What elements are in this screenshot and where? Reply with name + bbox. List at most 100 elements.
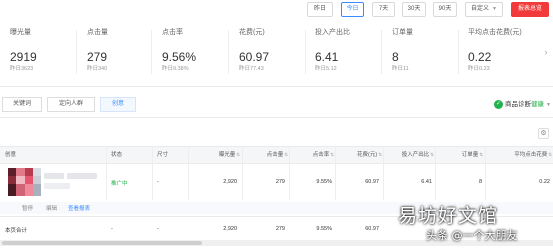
metric-value: 2919	[10, 50, 37, 64]
date-custom-select[interactable]: 自定义 ▼	[465, 2, 503, 17]
metric-previous: 昨日3623	[10, 66, 34, 72]
tab-bar: 关键词 定向人群 创意 ✓ 商品诊断健康 ▼	[0, 97, 553, 117]
impressions-cell: 2,920	[223, 179, 237, 185]
metric-label: 花费(元)	[239, 29, 265, 36]
column-header-ctr[interactable]: 点击率⇅	[290, 147, 334, 163]
sort-icon: ⇅	[479, 152, 483, 157]
creative-thumbnail[interactable]	[8, 168, 41, 196]
table-row: 推广中 - 2,920 279 9.55% 60.97 6.41 8 0.22	[0, 165, 553, 201]
tab-creative[interactable]: 创意	[100, 97, 136, 112]
column-header-label: 平均点击花费	[514, 152, 548, 158]
sort-icon: ⇅	[330, 152, 334, 157]
avg-cpc-cell: 0.22	[539, 179, 550, 185]
divider	[228, 30, 229, 74]
metric-value: 279	[87, 50, 108, 64]
metric-previous: 昨日77.43	[239, 66, 264, 72]
metric-previous: 昨日5.12	[315, 66, 337, 72]
column-header-size: 尺寸	[157, 152, 169, 158]
sort-icon: ⇅	[378, 152, 382, 157]
metric-previous: 昨日0.23	[468, 66, 490, 72]
edit-link[interactable]: 编辑	[46, 204, 57, 212]
chevron-right-icon[interactable]: ›	[541, 42, 551, 62]
column-header-label: 花费(元)	[357, 152, 378, 158]
divider	[76, 30, 77, 74]
pause-link[interactable]: 暂停	[22, 204, 33, 212]
date-90d-button[interactable]: 90天	[433, 2, 457, 17]
sort-icon: ⇅	[236, 152, 240, 157]
metric-value: 9.56%	[162, 50, 197, 64]
scrollbar-thumb[interactable]	[2, 241, 202, 245]
column-header-creative: 创意	[5, 152, 17, 158]
metric-value: 0.22	[468, 50, 492, 64]
tab-keywords[interactable]: 关键词	[2, 97, 42, 112]
metric-label: 点击率	[162, 29, 183, 36]
total-status: -	[111, 226, 113, 232]
gear-icon[interactable]: ⚙	[538, 128, 549, 139]
total-cost: 60.97	[365, 226, 379, 232]
metric-avg-cpc[interactable]: 平均点击花费(元) 0.22 昨日0.23	[468, 28, 544, 73]
date-30d-button[interactable]: 30天	[402, 2, 426, 17]
metric-label: 订单量	[392, 29, 413, 36]
date-yesterday-button[interactable]: 昨日	[307, 2, 333, 17]
divider	[458, 30, 459, 74]
creative-subtitle-redacted	[44, 183, 70, 189]
diagnosis-label: 商品诊断	[505, 101, 532, 108]
column-header-label: 点击率	[312, 152, 330, 158]
metric-value: 6.41	[315, 50, 339, 64]
column-header-label: 点击量	[266, 152, 284, 158]
column-header-cost[interactable]: 花费(元)⇅	[336, 147, 382, 163]
sort-icon: ⇅	[548, 152, 552, 157]
tab-audience[interactable]: 定向人群	[47, 97, 95, 112]
product-diagnosis[interactable]: ✓ 商品诊断健康 ▼	[494, 98, 551, 109]
metric-previous: 昨日9.38%	[162, 66, 189, 72]
creative-title-redacted	[67, 173, 97, 179]
total-label: 本页合计	[5, 228, 28, 234]
metrics-summary: 曝光量 2919 昨日3623 点击量 279 昨日340 点击率 9.56% …	[0, 28, 553, 80]
sort-icon: ⇅	[430, 152, 434, 157]
sort-icon: ⇅	[284, 152, 288, 157]
metric-clicks[interactable]: 点击量 279 昨日340	[87, 28, 159, 73]
column-header-avg-cpc[interactable]: 平均点击花费⇅	[486, 147, 552, 163]
diagnosis-status: 健康	[531, 101, 545, 108]
divider	[381, 30, 382, 74]
metric-label: 平均点击花费(元)	[468, 29, 522, 36]
column-header-clicks[interactable]: 点击量⇅	[243, 147, 288, 163]
date-7d-button[interactable]: 7天	[372, 2, 395, 17]
view-report-link[interactable]: 查看报表	[68, 204, 90, 212]
total-ctr: 9.55%	[316, 226, 332, 232]
size-cell: -	[157, 179, 159, 185]
metric-orders[interactable]: 订单量 8 昨日11	[392, 28, 464, 73]
total-impressions: 2,920	[223, 226, 237, 232]
divider	[0, 86, 553, 87]
column-header-roi[interactable]: 投入产出比⇅	[384, 147, 434, 163]
metric-ctr[interactable]: 点击率 9.56% 昨日9.38%	[162, 28, 234, 73]
chevron-down-icon: ▼	[546, 102, 551, 108]
metric-value: 60.97	[239, 50, 270, 64]
column-header-impressions[interactable]: 曝光量⇅	[190, 147, 240, 163]
watermark-title: 易坊好文馆	[398, 205, 499, 227]
total-size: -	[157, 226, 159, 232]
check-circle-icon: ✓	[494, 99, 504, 109]
column-header-status: 状态	[111, 152, 123, 158]
roi-cell: 6.41	[421, 179, 432, 185]
cost-cell: 60.97	[365, 179, 379, 185]
watermark-credit: 头条 @一个大朋友	[426, 229, 518, 242]
column-header-label: 投入产出比	[401, 152, 430, 158]
table-header: 创意 状态 尺寸 曝光量⇅ 点击量⇅ 点击率⇅ 花费(元)⇅ 投入产出比⇅ 订单…	[0, 146, 553, 164]
date-range-bar: 昨日 今日 7天 30天 90天 自定义 ▼ 报表总览	[0, 2, 553, 18]
column-header-label: 曝光量	[218, 152, 236, 158]
clicks-cell: 279	[275, 179, 285, 185]
date-custom-label: 自定义	[471, 6, 490, 12]
metric-impressions[interactable]: 曝光量 2919 昨日3623	[10, 28, 82, 73]
date-today-button[interactable]: 今日	[341, 2, 364, 17]
report-overview-button[interactable]: 报表总览	[511, 2, 549, 17]
metric-cost[interactable]: 花费(元) 60.97 昨日77.43	[239, 28, 311, 73]
column-header-orders[interactable]: 订单量⇅	[436, 147, 483, 163]
metric-value: 8	[392, 50, 399, 64]
chevron-down-icon: ▼	[492, 6, 497, 12]
metric-label: 点击量	[87, 29, 108, 36]
metric-label: 曝光量	[10, 29, 31, 36]
metric-roi[interactable]: 投入产出比 6.41 昨日5.12	[315, 28, 387, 73]
creative-title-redacted	[44, 173, 64, 179]
status-badge: 推广中	[111, 181, 128, 187]
